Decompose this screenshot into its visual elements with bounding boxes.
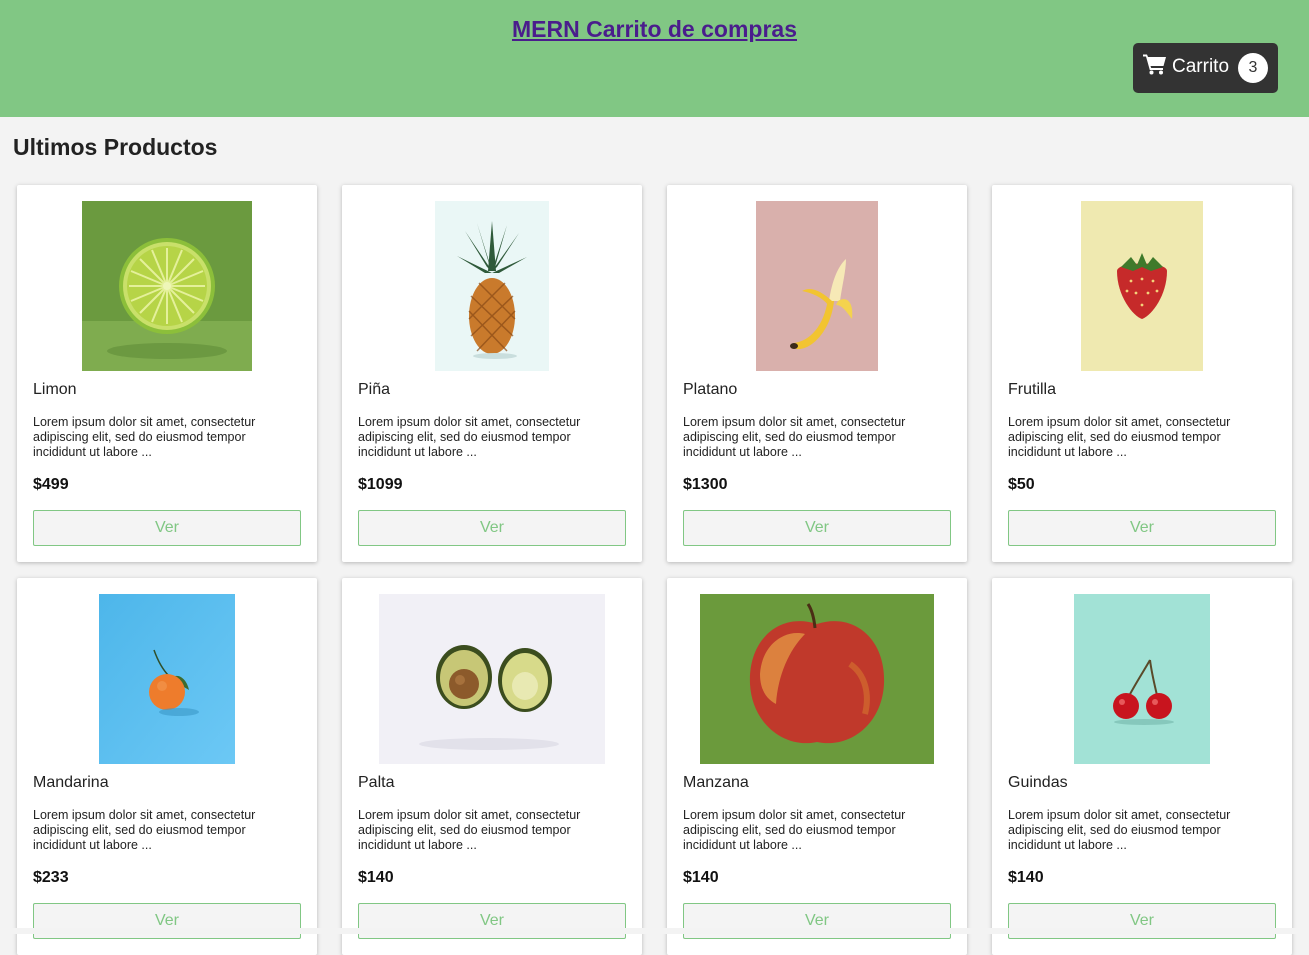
banana-image[interactable] [756,201,878,371]
product-grid: Limon Lorem ipsum dolor sit amet, consec… [17,185,1293,955]
section-title: Ultimos Productos [13,134,218,160]
product-price: $50 [1008,476,1035,493]
product-card: Mandarina Lorem ipsum dolor sit amet, co… [17,578,317,955]
view-product-button[interactable]: Ver [358,510,626,546]
product-description: Lorem ipsum dolor sit amet, consectetur … [33,415,256,459]
lime-image[interactable] [82,201,252,371]
product-image-frame [33,594,301,764]
cart-label: Carrito [1172,56,1230,77]
product-card: Frutilla Lorem ipsum dolor sit amet, con… [992,185,1292,562]
product-description: Lorem ipsum dolor sit amet, consectetur … [358,415,581,459]
product-image-frame [1008,594,1276,764]
app-title-link[interactable]: MERN Carrito de compras [0,14,1309,44]
product-card: Guindas Lorem ipsum dolor sit amet, cons… [992,578,1292,955]
view-product-button[interactable]: Ver [1008,510,1276,546]
product-description: Lorem ipsum dolor sit amet, consectetur … [33,808,256,852]
product-card: Piña Lorem ipsum dolor sit amet, consect… [342,185,642,562]
product-card: Platano Lorem ipsum dolor sit amet, cons… [667,185,967,562]
product-description: Lorem ipsum dolor sit amet, consectetur … [683,415,906,459]
product-price: $499 [33,476,69,493]
pineapple-image[interactable] [435,201,549,371]
product-name: Manzana [683,774,749,791]
view-product-button[interactable]: Ver [683,510,951,546]
navbar: MERN Carrito de compras Carrito 3 [0,0,1309,117]
product-card: Limon Lorem ipsum dolor sit amet, consec… [17,185,317,562]
product-price: $233 [33,869,69,886]
product-name: Palta [358,774,395,791]
tangerine-image[interactable] [99,594,235,764]
product-image-frame [1008,201,1276,371]
product-price: $140 [683,869,719,886]
product-price: $1300 [683,476,728,493]
product-name: Guindas [1008,774,1068,791]
cart-count-badge: 3 [1238,53,1268,83]
view-product-button[interactable]: Ver [33,510,301,546]
product-description: Lorem ipsum dolor sit amet, consectetur … [1008,808,1231,852]
product-image-frame [358,201,626,371]
cherries-image[interactable] [1074,594,1210,764]
apple-image[interactable] [700,594,934,764]
product-description: Lorem ipsum dolor sit amet, consectetur … [1008,415,1231,459]
product-card: Palta Lorem ipsum dolor sit amet, consec… [342,578,642,955]
product-price: $140 [358,869,394,886]
viewport-bottom-edge [0,928,1309,934]
product-image-frame [683,201,951,371]
product-card: Manzana Lorem ipsum dolor sit amet, cons… [667,578,967,955]
product-price: $140 [1008,869,1044,886]
product-image-frame [33,201,301,371]
product-description: Lorem ipsum dolor sit amet, consectetur … [358,808,581,852]
product-description: Lorem ipsum dolor sit amet, consectetur … [683,808,906,852]
product-name: Frutilla [1008,381,1057,398]
product-name: Piña [358,381,391,398]
cart-button[interactable]: Carrito 3 [1133,43,1278,93]
product-name: Platano [683,381,738,398]
product-name: Mandarina [33,774,109,791]
strawberry-image[interactable] [1081,201,1203,371]
avocado-image[interactable] [379,594,605,764]
product-price: $1099 [358,476,403,493]
product-name: Limon [33,381,77,398]
shopping-cart-icon [1143,54,1166,75]
product-image-frame [683,594,951,764]
product-image-frame [358,594,626,764]
